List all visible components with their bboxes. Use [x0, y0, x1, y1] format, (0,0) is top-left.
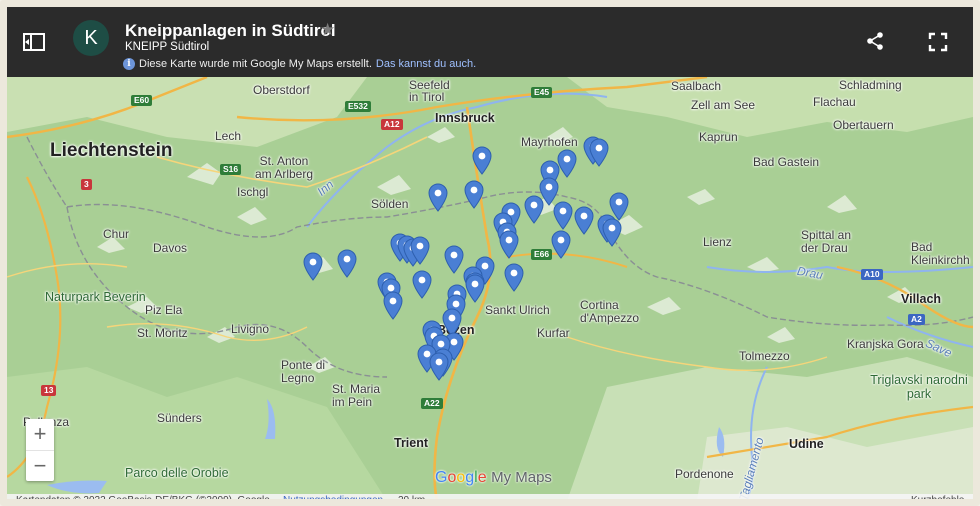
label-kranjska-gora: Kranjska Gora — [847, 337, 924, 351]
label-ponte-di-legno: Ponte di Legno — [281, 358, 326, 385]
map-marker-icon[interactable] — [411, 269, 433, 299]
map-frame: K Kneippanlagen in Südtirol ★ KNEIPP Süd… — [0, 0, 980, 506]
create-map-link[interactable]: Das kannst du auch. — [376, 58, 476, 70]
map-footer: Kartendaten © 2022 GeoBasis-DE/BKG (©200… — [7, 494, 973, 506]
label-piz-ela: Piz Ela — [145, 303, 183, 317]
label-lienz: Lienz — [703, 235, 732, 249]
road-shield-13: 13 — [41, 385, 57, 396]
avatar[interactable]: K — [73, 20, 109, 56]
road-shield-e60: E60 — [131, 95, 153, 106]
map-marker-icon[interactable] — [573, 205, 595, 235]
road-shield-e532: E532 — [345, 101, 371, 112]
map-marker-icon[interactable] — [409, 235, 431, 265]
label-mayrhofen: Mayrhofen — [521, 135, 578, 149]
label-bad-kleinkirchheim: Bad Kleinkirchh — [911, 240, 970, 267]
road-shield-a12: A12 — [381, 119, 403, 130]
map-marker-icon[interactable] — [302, 251, 324, 281]
label-udine: Udine — [789, 437, 824, 451]
label-davos: Davos — [153, 241, 188, 255]
map-marker-icon[interactable] — [503, 262, 525, 292]
map-marker-icon[interactable] — [471, 145, 493, 175]
label-innsbruck: Innsbruck — [435, 111, 495, 125]
label-st-anton: St. Anton am Arlberg — [255, 154, 314, 181]
sidebar-toggle-button[interactable] — [21, 31, 47, 53]
label-bad-gastein: Bad Gastein — [753, 155, 820, 169]
road-shield-a2: A2 — [908, 314, 925, 325]
label-chur: Chur — [103, 227, 130, 241]
label-villach: Villach — [901, 292, 942, 306]
map-marker-icon[interactable] — [550, 229, 572, 259]
map-header: K Kneippanlagen in Südtirol ★ KNEIPP Süd… — [7, 7, 973, 77]
road-shield-e45: E45 — [531, 87, 553, 98]
label-spittal: Spittal an der Drau — [801, 228, 852, 255]
label-liechtenstein: Liechtenstein — [50, 140, 173, 161]
scale-bar — [484, 500, 582, 505]
label-zell-am-see: Zell am See — [691, 98, 756, 112]
label-naturpark-beverin: Naturpark Beverin — [45, 290, 146, 304]
fullscreen-button[interactable] — [927, 31, 949, 53]
label-lech: Lech — [215, 129, 242, 143]
map-owner: KNEIPP Südtirol — [125, 41, 210, 53]
map-marker-icon[interactable] — [427, 182, 449, 212]
label-saalbach: Saalbach — [671, 79, 722, 93]
keyboard-shortcuts-link[interactable]: Kurzbefehle — [911, 495, 964, 499]
label-livigno: Livigno — [231, 322, 270, 336]
label-kurfar: Kurfar — [537, 326, 570, 340]
my-maps-notice: i Diese Karte wurde mit Google My Maps e… — [123, 58, 476, 70]
label-seefeld: Seefeld in Tirol — [409, 78, 450, 104]
label-schladming: Schladming — [839, 78, 902, 92]
label-sankt-ulrich: Sankt Ulrich — [485, 303, 550, 317]
label-triglav-park: Triglavski narodni park — [870, 373, 968, 401]
share-icon — [867, 32, 883, 50]
label-st-maria: St. Maria im Pein — [332, 382, 381, 409]
terms-link[interactable]: Nutzungsbedingungen — [283, 495, 383, 499]
map-marker-icon[interactable] — [336, 248, 358, 278]
label-cortina: Cortina d'Ampezzo — [580, 298, 639, 325]
road-shield-a10: A10 — [861, 269, 883, 280]
label-suenders: Sünders — [157, 411, 202, 425]
road-shield-s16: S16 — [220, 164, 242, 175]
map-marker-icon[interactable] — [556, 148, 578, 178]
attribution-text: Kartendaten © 2022 GeoBasis-DE/BKG (©200… — [16, 495, 270, 506]
info-icon: i — [123, 58, 135, 70]
zoom-out-button[interactable]: − — [26, 450, 54, 482]
map-marker-icon[interactable] — [601, 217, 623, 247]
map-marker-icon[interactable] — [428, 351, 450, 381]
google-my-maps-logo: Google My Maps — [435, 469, 552, 486]
notice-text: Diese Karte wurde mit Google My Maps ers… — [139, 58, 372, 70]
zoom-in-button[interactable]: + — [26, 419, 54, 450]
scale-label: 20 km — [398, 495, 426, 506]
label-flachau: Flachau — [813, 95, 856, 109]
fullscreen-icon — [928, 32, 948, 52]
map-marker-icon[interactable] — [498, 229, 520, 259]
star-icon[interactable]: ★ — [320, 20, 335, 40]
label-st-moritz: St. Moritz — [137, 326, 188, 340]
label-obertauern: Obertauern — [833, 118, 894, 132]
label-parco-orobie: Parco delle Orobie — [125, 466, 229, 480]
zoom-control: + − — [26, 419, 54, 481]
label-pordenone: Pordenone — [675, 467, 734, 481]
map-canvas[interactable]: Oberstdorf Seefeld in Tirol Saalbach Sch… — [7, 77, 973, 499]
map-title: Kneippanlagen in Südtirol — [125, 21, 336, 40]
road-shield-e66: E66 — [531, 249, 553, 260]
label-oberstdorf: Oberstdorf — [253, 83, 310, 97]
sidebar-toggle-icon — [23, 33, 45, 51]
label-ischgl: Ischgl — [237, 185, 269, 199]
label-trient: Trient — [394, 436, 429, 450]
map-marker-icon[interactable] — [588, 137, 610, 167]
map-marker-icon[interactable] — [552, 200, 574, 230]
label-tolmezzo: Tolmezzo — [739, 349, 790, 363]
road-shield-a22: A22 — [421, 398, 443, 409]
share-button[interactable] — [865, 31, 885, 51]
label-kaprun: Kaprun — [699, 130, 738, 144]
map-marker-icon[interactable] — [382, 290, 404, 320]
label-soelden: Sölden — [371, 197, 409, 211]
road-shield-3: 3 — [81, 179, 92, 190]
map-marker-icon[interactable] — [463, 179, 485, 209]
